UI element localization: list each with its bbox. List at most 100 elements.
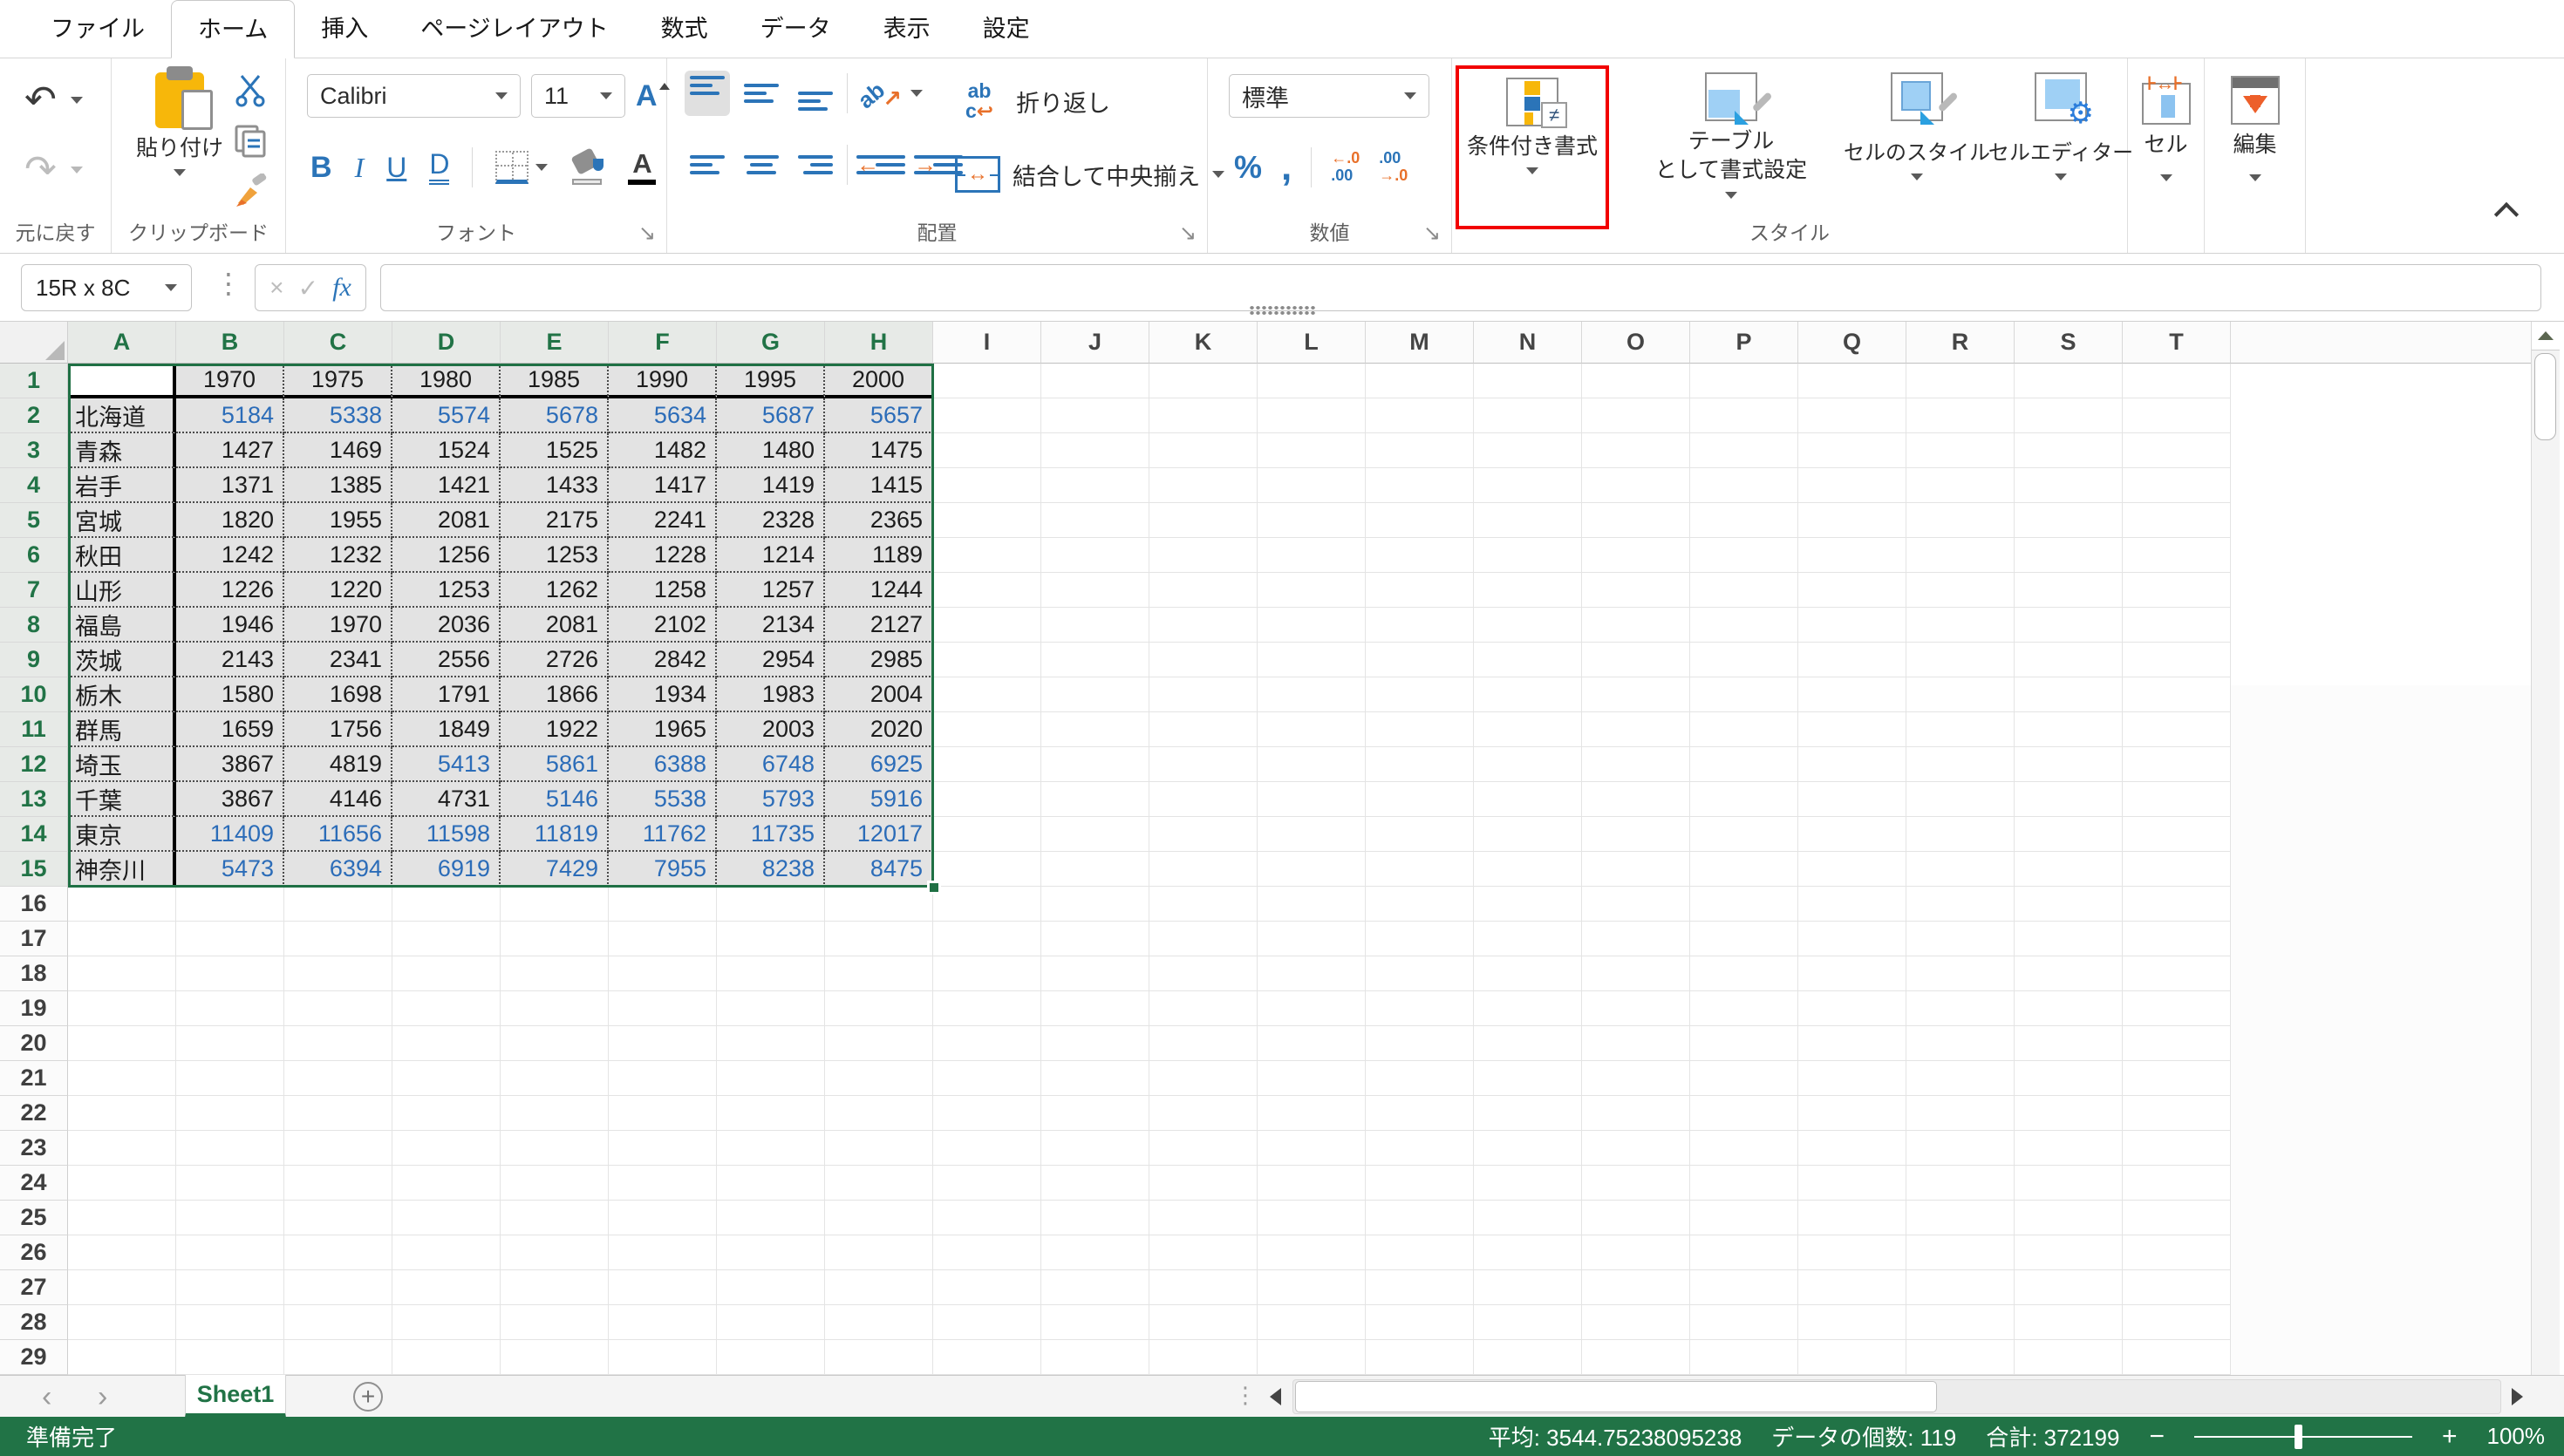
cell-G28[interactable] [717,1305,825,1340]
row-header-27[interactable]: 27 [0,1270,68,1305]
row-header-9[interactable]: 9 [0,643,68,677]
cell-H9[interactable]: 2985 [825,643,933,677]
cell-F18[interactable] [609,956,717,991]
cell-N15[interactable] [1474,852,1582,887]
cell-D20[interactable] [392,1026,501,1061]
cell-G29[interactable] [717,1340,825,1375]
cell-R12[interactable] [1906,747,2015,782]
cell-G23[interactable] [717,1131,825,1166]
cell-K25[interactable] [1149,1201,1258,1235]
orientation-button[interactable]: ab↗ [856,71,902,116]
cell-R20[interactable] [1906,1026,2015,1061]
cell-F22[interactable] [609,1096,717,1131]
cell-E7[interactable]: 1262 [501,573,609,608]
pane-splitter-handle[interactable] [1249,305,1317,316]
cell-N4[interactable] [1474,468,1582,503]
cell-C14[interactable]: 11656 [284,817,392,852]
percent-button[interactable]: % [1234,149,1262,186]
undo-button[interactable]: ↶ [24,81,111,119]
menu-tab-7[interactable]: 設定 [957,0,1056,58]
cell-L29[interactable] [1258,1340,1366,1375]
cell-H19[interactable] [825,991,933,1026]
cell-I1[interactable] [933,364,1041,398]
row-header-4[interactable]: 4 [0,468,68,503]
cell-F7[interactable]: 1258 [609,573,717,608]
borders-button[interactable] [495,151,548,184]
cell-G4[interactable]: 1419 [717,468,825,503]
cell-H15[interactable]: 8475 [825,852,933,887]
cell-E20[interactable] [501,1026,609,1061]
scroll-right-icon[interactable] [2512,1388,2523,1405]
cell-E22[interactable] [501,1096,609,1131]
cell-F19[interactable] [609,991,717,1026]
cell-G22[interactable] [717,1096,825,1131]
row-header-7[interactable]: 7 [0,573,68,608]
column-header-P[interactable]: P [1690,322,1798,364]
cell-Q17[interactable] [1798,922,1906,956]
cell-S25[interactable] [2015,1201,2123,1235]
cell-O10[interactable] [1582,677,1690,712]
conditional-formatting-button[interactable]: ≠ 条件付き書式 [1459,78,1606,174]
cell-B11[interactable]: 1659 [176,712,284,747]
horizontal-scrollbar-thumb[interactable] [1295,1381,1937,1412]
cell-A13[interactable]: 千葉 [68,782,176,817]
cell-E1[interactable]: 1985 [501,364,609,398]
cell-S22[interactable] [2015,1096,2123,1131]
row-header-15[interactable]: 15 [0,852,68,887]
cell-O26[interactable] [1582,1235,1690,1270]
cell-J15[interactable] [1041,852,1149,887]
zoom-slider[interactable] [2194,1425,2412,1449]
cell-S2[interactable] [2015,398,2123,433]
cell-O11[interactable] [1582,712,1690,747]
cell-J27[interactable] [1041,1270,1149,1305]
cell-T27[interactable] [2123,1270,2231,1305]
cell-P13[interactable] [1690,782,1798,817]
column-header-C[interactable]: C [284,322,392,364]
cell-H11[interactable]: 2020 [825,712,933,747]
cell-I25[interactable] [933,1201,1041,1235]
cell-Q2[interactable] [1798,398,1906,433]
cell-K7[interactable] [1149,573,1258,608]
cell-F3[interactable]: 1482 [609,433,717,468]
cell-O14[interactable] [1582,817,1690,852]
cell-I17[interactable] [933,922,1041,956]
cell-O21[interactable] [1582,1061,1690,1096]
cell-A14[interactable]: 東京 [68,817,176,852]
confirm-entry-icon[interactable]: ✓ [298,274,318,303]
cell-J4[interactable] [1041,468,1149,503]
cell-G12[interactable]: 6748 [717,747,825,782]
cell-P12[interactable] [1690,747,1798,782]
cell-R2[interactable] [1906,398,2015,433]
cell-E4[interactable]: 1433 [501,468,609,503]
cell-R13[interactable] [1906,782,2015,817]
cell-O16[interactable] [1582,887,1690,922]
cell-A15[interactable]: 神奈川 [68,852,176,887]
cell-K15[interactable] [1149,852,1258,887]
cell-D16[interactable] [392,887,501,922]
cell-G11[interactable]: 2003 [717,712,825,747]
cell-R26[interactable] [1906,1235,2015,1270]
cell-S27[interactable] [2015,1270,2123,1305]
cell-K23[interactable] [1149,1131,1258,1166]
cell-E17[interactable] [501,922,609,956]
cell-Q19[interactable] [1798,991,1906,1026]
next-sheet-button[interactable]: › [98,1376,107,1418]
cell-O17[interactable] [1582,922,1690,956]
cell-K2[interactable] [1149,398,1258,433]
cell-M14[interactable] [1366,817,1474,852]
cell-N24[interactable] [1474,1166,1582,1201]
cell-B3[interactable]: 1427 [176,433,284,468]
cell-M12[interactable] [1366,747,1474,782]
cell-T20[interactable] [2123,1026,2231,1061]
cell-B27[interactable] [176,1270,284,1305]
cell-P18[interactable] [1690,956,1798,991]
cell-L24[interactable] [1258,1166,1366,1201]
cell-F29[interactable] [609,1340,717,1375]
cell-L18[interactable] [1258,956,1366,991]
cell-F1[interactable]: 1990 [609,364,717,398]
cell-Q6[interactable] [1798,538,1906,573]
cell-G6[interactable]: 1214 [717,538,825,573]
cell-F5[interactable]: 2241 [609,503,717,538]
cell-N5[interactable] [1474,503,1582,538]
menu-tab-0[interactable]: ファイル [24,0,171,58]
